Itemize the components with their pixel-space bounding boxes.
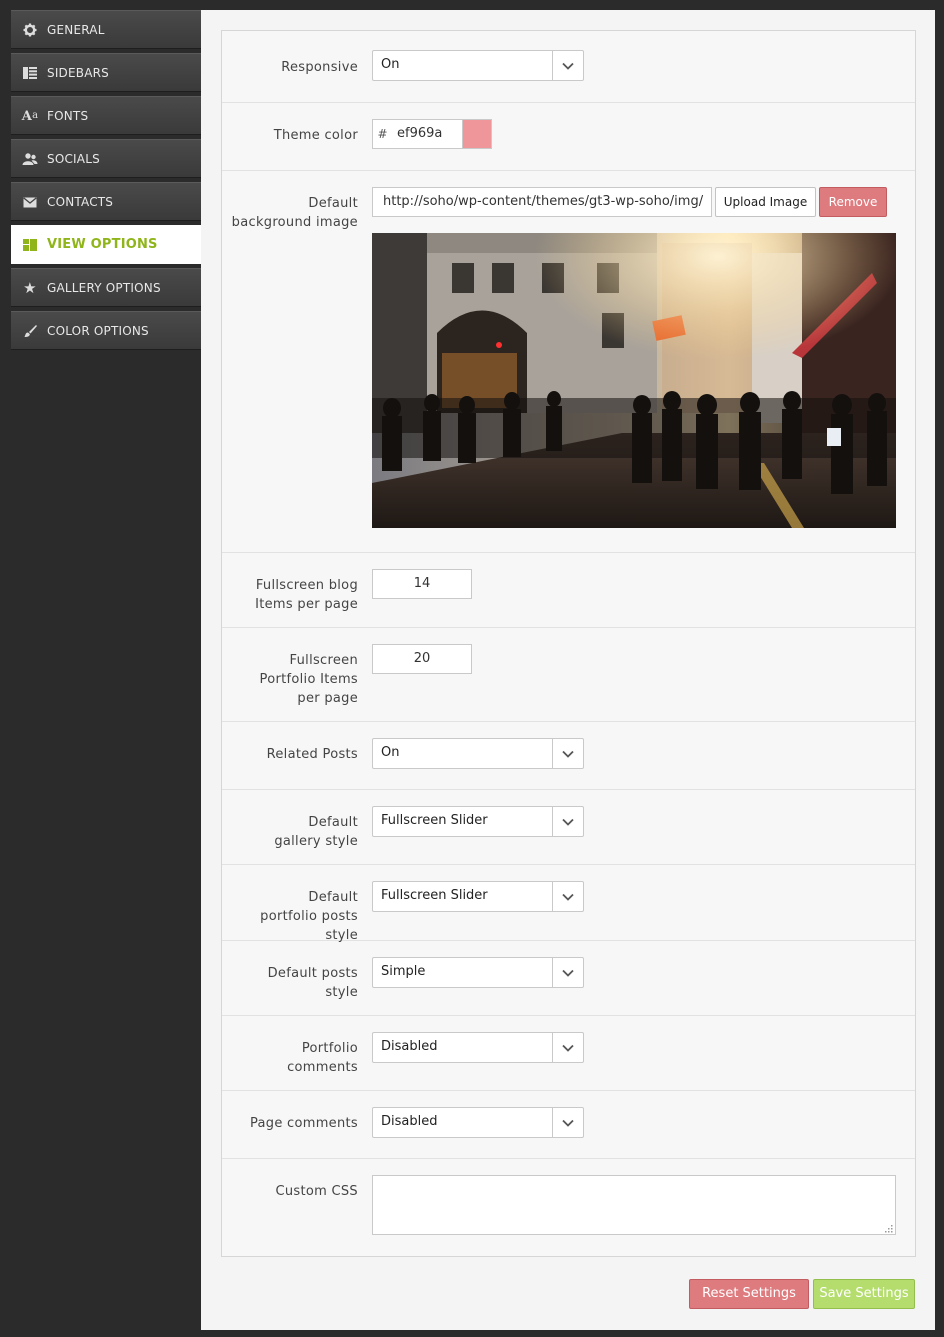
portfolio-comments-label: Portfolio comments <box>287 1041 358 1075</box>
tab-label: COLOR OPTIONS <box>47 323 149 338</box>
portfolio-style-label: Default portfolio posts style <box>260 890 358 943</box>
chevron-down-icon <box>552 739 583 768</box>
bg-image-preview <box>372 233 896 528</box>
font-icon: Aa <box>21 108 39 124</box>
portfolio-items-input[interactable]: 20 <box>372 644 472 674</box>
row-portfolio-comments: Portfolio comments Disabled <box>222 1016 915 1091</box>
row-portfolio-style: Default portfolio posts style Fullscreen… <box>222 865 915 943</box>
responsive-select[interactable]: On <box>372 50 584 81</box>
theme-color-input[interactable]: ef969a <box>392 119 462 149</box>
tab-gallery-options[interactable]: ★ GALLERY OPTIONS <box>11 268 201 307</box>
row-related-posts: Related Posts On <box>222 722 915 790</box>
sidebar-icon <box>22 65 38 81</box>
row-custom-css: Custom CSS <box>222 1159 915 1256</box>
tab-label: GENERAL <box>47 22 105 37</box>
row-theme-color: Theme color # ef969a <box>222 103 915 171</box>
chevron-down-icon <box>552 1108 583 1137</box>
options-panel: Responsive On Theme color # ef969a Defau… <box>201 10 935 1330</box>
hash-prefix: # <box>372 119 392 149</box>
posts-style-select[interactable]: Simple <box>372 957 584 988</box>
related-posts-label: Related Posts <box>266 747 358 762</box>
related-posts-select[interactable]: On <box>372 738 584 769</box>
chevron-down-icon <box>552 807 583 836</box>
chevron-down-icon <box>552 882 583 911</box>
tab-general[interactable]: GENERAL <box>11 10 201 49</box>
upload-image-button[interactable]: Upload Image <box>715 187 816 217</box>
chevron-down-icon <box>552 51 583 80</box>
posts-style-label: Default posts style <box>267 966 358 1000</box>
tab-label: GALLERY OPTIONS <box>47 280 161 295</box>
tab-view-options[interactable]: VIEW OPTIONS <box>11 225 201 264</box>
page-comments-label: Page comments <box>249 1116 358 1131</box>
portfolio-style-select[interactable]: Fullscreen Slider <box>372 881 584 912</box>
responsive-label: Responsive <box>281 60 358 75</box>
custom-css-label: Custom CSS <box>275 1184 358 1199</box>
tab-contacts[interactable]: CONTACTS <box>11 182 201 221</box>
reset-settings-button[interactable]: Reset Settings <box>689 1279 809 1309</box>
bg-image-url-input[interactable]: http://soho/wp-content/themes/gt3-wp-soh… <box>372 187 712 217</box>
portfolio-comments-select[interactable]: Disabled <box>372 1032 584 1063</box>
blog-items-label: Fullscreen blog Items per page <box>255 578 358 612</box>
page-comments-select[interactable]: Disabled <box>372 1107 584 1138</box>
theme-color-label: Theme color <box>273 128 358 143</box>
options-sidebar: GENERAL SIDEBARS Aa FONTS SOCIALS CONTAC… <box>0 0 201 1337</box>
users-icon <box>22 151 38 167</box>
resize-grip-icon[interactable] <box>883 1222 893 1233</box>
row-blog-items: Fullscreen blog Items per page 14 <box>222 553 915 628</box>
row-page-comments: Page comments Disabled <box>222 1091 915 1159</box>
layout-icon <box>22 237 38 253</box>
save-settings-button[interactable]: Save Settings <box>813 1279 915 1309</box>
chevron-down-icon <box>552 958 583 987</box>
portfolio-items-label: Fullscreen Portfolio Items per page <box>259 653 358 706</box>
row-responsive: Responsive On <box>222 31 915 103</box>
envelope-icon <box>22 194 38 210</box>
brush-icon <box>22 323 38 339</box>
tab-label: CONTACTS <box>47 194 114 209</box>
chevron-down-icon <box>552 1033 583 1062</box>
bg-image-label: Default background image <box>231 196 358 230</box>
tab-label: FONTS <box>47 108 89 123</box>
tab-label: SOCIALS <box>47 151 100 166</box>
row-gallery-style: Default gallery style Fullscreen Slider <box>222 790 915 865</box>
theme-color-picker: # ef969a <box>372 119 492 149</box>
view-options-form: Responsive On Theme color # ef969a Defau… <box>221 30 916 1257</box>
gear-icon <box>22 22 38 38</box>
tab-socials[interactable]: SOCIALS <box>11 139 201 178</box>
tab-fonts[interactable]: Aa FONTS <box>11 96 201 135</box>
tab-sidebars[interactable]: SIDEBARS <box>11 53 201 92</box>
tab-label: SIDEBARS <box>47 65 109 80</box>
tab-color-options[interactable]: COLOR OPTIONS <box>11 311 201 350</box>
star-icon: ★ <box>23 278 37 297</box>
gallery-style-select[interactable]: Fullscreen Slider <box>372 806 584 837</box>
theme-color-swatch[interactable] <box>462 119 492 149</box>
blog-items-input[interactable]: 14 <box>372 569 472 599</box>
row-posts-style: Default posts style Simple <box>222 941 915 1016</box>
tab-label: VIEW OPTIONS <box>47 237 158 252</box>
row-portfolio-items: Fullscreen Portfolio Items per page 20 <box>222 628 915 722</box>
remove-image-button[interactable]: Remove <box>819 187 887 217</box>
gallery-style-label: Default gallery style <box>274 815 358 849</box>
custom-css-textarea[interactable] <box>372 1175 896 1235</box>
row-background-image: Default background image http://soho/wp-… <box>222 171 915 553</box>
